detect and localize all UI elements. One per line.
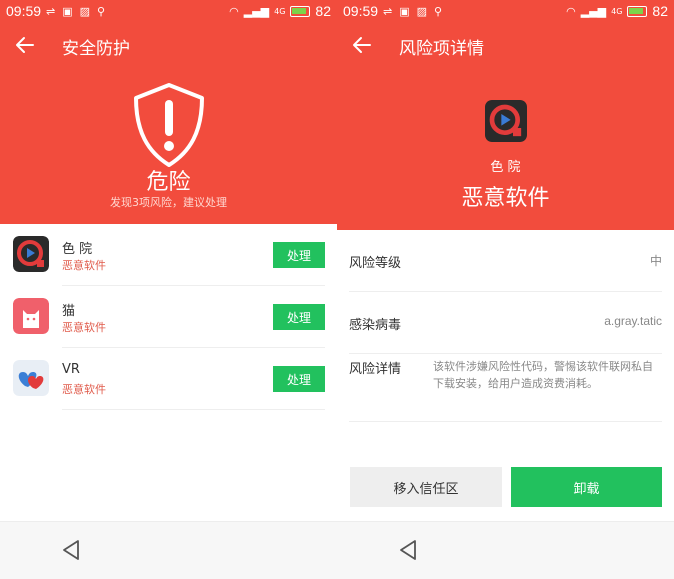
app-name: 色 院 <box>62 242 93 257</box>
app-name: 猫 <box>62 304 76 319</box>
battery-icon <box>627 5 648 17</box>
security-protection-screen: 09:59 ⇌ ▣ ▨ ⚲ ◠ ▂▄▆ 4G 82 安全防护 危险 发现3项风险… <box>0 0 337 579</box>
signal-icon: ▂▄▆ <box>243 4 270 18</box>
list-item[interactable]: 猫 恶意软件 处理 <box>0 286 337 348</box>
media-player-app-icon <box>485 100 527 142</box>
network-type: 4G <box>611 6 623 16</box>
risk-level-value: 中 <box>649 254 662 268</box>
risk-app-list: 色 院 恶意软件 处理 猫 恶意软件 处理 VR 恶意软件 处理 <box>0 224 337 410</box>
nav-back-icon[interactable] <box>398 539 418 561</box>
back-arrow-icon[interactable] <box>351 34 373 56</box>
battery-level: 82 <box>315 3 331 19</box>
network-type: 4G <box>274 6 286 16</box>
page-title: 安全防护 <box>62 39 130 59</box>
nav-back-icon[interactable] <box>61 539 81 561</box>
navigation-bar <box>337 521 674 579</box>
risk-detail-list: 风险等级 中 感染病毒 a.gray.tatic 风险详情 该软件涉嫌风险性代码… <box>337 230 674 422</box>
shield-notify-icon: ▣ <box>399 5 410 18</box>
move-to-trust-button[interactable]: 移入信任区 <box>350 467 502 507</box>
divider <box>62 409 325 410</box>
handle-button[interactable]: 处理 <box>273 242 325 268</box>
connection-icon: ⚲ <box>97 5 106 18</box>
app-name: 色 院 <box>490 160 521 175</box>
app-risk-type: 恶意软件 <box>62 259 106 272</box>
list-item[interactable]: VR 恶意软件 处理 <box>0 348 337 410</box>
media-player-app-icon <box>13 236 49 272</box>
status-bar: 09:59 ⇌ ▣ ▨ ⚲ ◠ ▂▄▆ 4G 82 <box>337 0 674 24</box>
risk-detail-row: 风险详情 该软件涉嫌风险性代码，警惕该软件联网私自下载安装，给用户造成资费消耗。 <box>349 354 662 422</box>
virus-value: a.gray.tatic <box>604 314 662 328</box>
shield-notify-icon: ▣ <box>62 5 73 18</box>
virus-row: 感染病毒 a.gray.tatic <box>349 292 662 354</box>
wifi-icon: ◠ <box>229 4 239 18</box>
battery-level: 82 <box>652 3 668 19</box>
handle-button[interactable]: 处理 <box>273 366 325 392</box>
header: 风险项详情 色 院 恶意软件 <box>337 24 674 230</box>
header: 安全防护 危险 发现3项风险，建议处理 <box>0 24 337 224</box>
virus-label: 感染病毒 <box>349 318 402 333</box>
app-risk-type: 恶意软件 <box>461 186 550 211</box>
risk-detail-screen: 09:59 ⇌ ▣ ▨ ⚲ ◠ ▂▄▆ 4G 82 风险项详情 色 院 恶意软件 <box>337 0 674 579</box>
wifi-icon: ◠ <box>566 4 576 18</box>
risk-detail-label: 风险详情 <box>349 362 402 377</box>
cat-app-icon <box>13 298 49 334</box>
image-icon: ▨ <box>79 5 91 18</box>
connection-icon: ⚲ <box>434 5 443 18</box>
status-bar: 09:59 ⇌ ▣ ▨ ⚲ ◠ ▂▄▆ 4G 82 <box>0 0 337 24</box>
hearts-app-icon <box>13 360 49 396</box>
risk-detail-text: 该软件涉嫌风险性代码，警惕该软件联网私自下载安装，给用户造成资费消耗。 <box>433 360 653 390</box>
signal-icon: ▂▄▆ <box>580 4 607 18</box>
page-title: 风险项详情 <box>399 39 484 59</box>
risk-status: 危险 <box>146 170 191 195</box>
usb-icon: ⇌ <box>46 5 56 18</box>
app-risk-type: 恶意软件 <box>62 321 106 334</box>
risk-level-label: 风险等级 <box>349 256 402 271</box>
navigation-bar <box>0 521 337 579</box>
danger-shield-icon <box>134 83 204 167</box>
status-time: 09:59 <box>343 3 379 19</box>
usb-icon: ⇌ <box>383 5 393 18</box>
uninstall-button[interactable]: 卸载 <box>511 467 662 507</box>
status-time: 09:59 <box>6 3 42 19</box>
handle-button[interactable]: 处理 <box>273 304 325 330</box>
app-name: VR <box>62 362 80 377</box>
image-icon: ▨ <box>416 5 428 18</box>
app-risk-type: 恶意软件 <box>62 383 106 396</box>
risk-level-row: 风险等级 中 <box>349 230 662 292</box>
battery-icon <box>290 5 311 17</box>
back-arrow-icon[interactable] <box>14 34 36 56</box>
risk-summary: 发现3项风险，建议处理 <box>110 196 227 209</box>
list-item[interactable]: 色 院 恶意软件 处理 <box>0 224 337 286</box>
